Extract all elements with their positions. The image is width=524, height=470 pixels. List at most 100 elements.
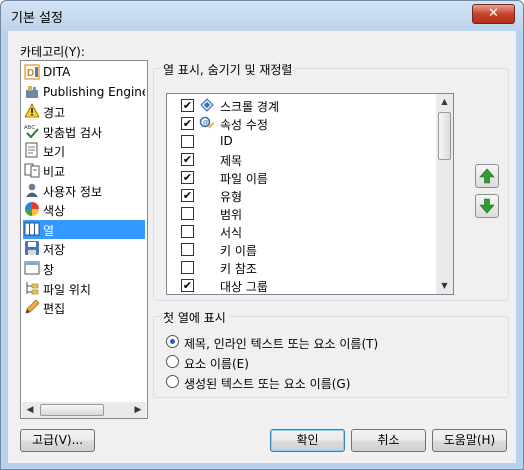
column-item[interactable]: ID	[167, 132, 437, 150]
radio-label: 제목, 인라인 텍스트 또는 요소 이름(T)	[184, 337, 379, 351]
first-column-group: 첫 열에 표시 제목, 인라인 텍스트 또는 요소 이름(T) 요소 이름(E) 생…	[153, 309, 509, 398]
column-checkbox[interactable]	[181, 261, 194, 274]
column-label: 파일 이름	[220, 172, 268, 186]
column-checkbox[interactable]: ✔	[181, 279, 194, 292]
advanced-button[interactable]: 고급(V)...	[20, 429, 95, 452]
help-button[interactable]: 도움말(H)	[432, 429, 507, 452]
column-item[interactable]: 키 참조	[167, 258, 437, 276]
spellcheck-icon: ABC	[24, 123, 40, 139]
publishing-engine-icon	[24, 84, 40, 100]
category-item-label: 편집	[43, 302, 66, 317]
scroll-left-icon[interactable]: ◀	[22, 402, 38, 418]
category-list[interactable]: D DITA Publishing Engine 경고 ABC 맞춤법 검사 보기 비교 사용자…	[20, 60, 148, 419]
columns-list[interactable]: ✔ 스크롤 경계 ✔ @ 속성 수정 ID ✔ 제목 ✔ 파일 이름 ✔ 유형범위 서식키 이름키 참조…	[166, 93, 454, 295]
first-column-group-title: 첫 열에 표시	[160, 309, 229, 326]
columns-icon	[24, 221, 40, 237]
column-checkbox[interactable]	[181, 135, 194, 148]
cancel-button[interactable]: 취소	[351, 429, 426, 452]
column-label: 스크롤 경계	[220, 100, 280, 114]
category-item[interactable]: 파일 위치	[23, 279, 145, 298]
arrow-up-icon	[479, 168, 495, 184]
title-bar: 기본 설정 ✕	[1, 1, 523, 31]
category-item-label: DITA	[43, 65, 71, 79]
category-item-label: 색상	[43, 204, 66, 219]
category-item-label: 열	[43, 223, 55, 238]
radio-button[interactable]	[166, 335, 179, 348]
svg-text:D: D	[27, 68, 34, 79]
column-label: 대상 그룹	[220, 280, 268, 294]
category-item[interactable]: 편집	[23, 298, 145, 317]
compare-icon	[24, 162, 40, 178]
category-item[interactable]: Publishing Engine	[23, 83, 145, 102]
column-label: 키 참조	[220, 262, 257, 276]
window-icon	[24, 260, 40, 276]
warning-icon	[24, 103, 40, 119]
column-checkbox[interactable]: ✔	[181, 117, 194, 130]
radio-button[interactable]	[166, 355, 179, 368]
column-label: 유형	[220, 190, 243, 204]
radio-label: 생성된 텍스트 또는 요소 이름(G)	[184, 377, 351, 391]
category-item-label: 사용자 정보	[43, 184, 103, 199]
category-item-label: 비교	[43, 165, 66, 179]
column-item[interactable]: 키 이름	[167, 240, 437, 258]
category-item-label: 보기	[43, 145, 66, 160]
column-label: 속성 수정	[220, 118, 268, 132]
column-item[interactable]: ✔ @ 속성 수정	[167, 114, 437, 132]
category-item-label: 창	[43, 263, 55, 277]
user-icon	[24, 182, 40, 198]
category-item[interactable]: 비교	[23, 161, 145, 180]
category-item-label: 맞춤법 검사	[43, 125, 103, 140]
scroll-thumb[interactable]	[438, 112, 451, 160]
category-item[interactable]: 색상	[23, 200, 145, 219]
column-item[interactable]: ✔ 파일 이름	[167, 168, 437, 186]
column-checkbox[interactable]: ✔	[181, 153, 194, 166]
file-location-icon	[24, 280, 40, 296]
category-item[interactable]: 열	[23, 219, 145, 239]
window-title: 기본 설정	[11, 11, 63, 26]
column-item[interactable]: ✔ 대상 그룹	[167, 276, 437, 294]
ok-button[interactable]: 확인	[270, 429, 345, 452]
arrow-down-icon	[479, 198, 495, 214]
category-item[interactable]: ABC 맞춤법 검사	[23, 122, 145, 141]
radio-button[interactable]	[166, 375, 179, 388]
columns-vertical-scrollbar[interactable]: ▲ ▼	[436, 94, 453, 294]
column-item[interactable]: 서식	[167, 222, 437, 240]
category-item-label: 저장	[43, 243, 66, 258]
scroll-boundary-icon	[199, 97, 215, 113]
column-item[interactable]: ✔ 제목	[167, 150, 437, 168]
category-item[interactable]: 보기	[23, 141, 145, 160]
category-item-label: Publishing Engine	[43, 84, 145, 99]
category-item[interactable]: D DITA	[23, 63, 145, 82]
column-checkbox[interactable]: ✔	[181, 99, 194, 112]
scroll-up-icon[interactable]: ▲	[436, 94, 453, 110]
close-button[interactable]: ✕	[472, 4, 515, 24]
preferences-dialog: 기본 설정 ✕ 카테고리(Y): D DITA Publishing Engine 경…	[0, 0, 524, 470]
scroll-thumb[interactable]	[40, 404, 104, 416]
category-item[interactable]: 사용자 정보	[23, 181, 145, 200]
column-checkbox[interactable]: ✔	[181, 171, 194, 184]
columns-group: 열 표시, 숨기기 및 재정렬 ✔ 스크롤 경계 ✔ @ 속성 수정 ID ✔ 제목 ✔ 파일 이…	[153, 61, 509, 301]
scroll-right-icon[interactable]: ▶	[130, 402, 146, 418]
scroll-down-icon[interactable]: ▼	[436, 278, 453, 294]
column-item[interactable]: 범위	[167, 204, 437, 222]
category-item-label: 파일 위치	[43, 282, 91, 297]
attribute-edit-icon: @	[199, 115, 215, 131]
color-icon	[24, 201, 40, 217]
move-up-button[interactable]	[475, 164, 499, 188]
column-checkbox[interactable]: ✔	[181, 189, 194, 202]
category-horizontal-scrollbar[interactable]: ◀ ▶	[22, 402, 146, 418]
column-item[interactable]: ✔ 유형	[167, 186, 437, 204]
column-checkbox[interactable]	[181, 243, 194, 256]
column-label: 범위	[220, 208, 243, 222]
column-checkbox[interactable]	[181, 225, 194, 238]
svg-text:@: @	[203, 121, 209, 127]
category-item[interactable]: 저장	[23, 239, 145, 258]
category-item[interactable]: 경고	[23, 102, 145, 121]
column-checkbox[interactable]	[181, 207, 194, 220]
dialog-body: 카테고리(Y): D DITA Publishing Engine 경고 ABC 맞춤법 …	[8, 31, 516, 463]
move-down-button[interactable]	[475, 194, 499, 218]
column-label: 제목	[220, 154, 243, 168]
column-item[interactable]: ✔ 스크롤 경계	[167, 96, 437, 114]
column-label: 키 이름	[220, 244, 257, 258]
category-item[interactable]: 창	[23, 259, 145, 278]
